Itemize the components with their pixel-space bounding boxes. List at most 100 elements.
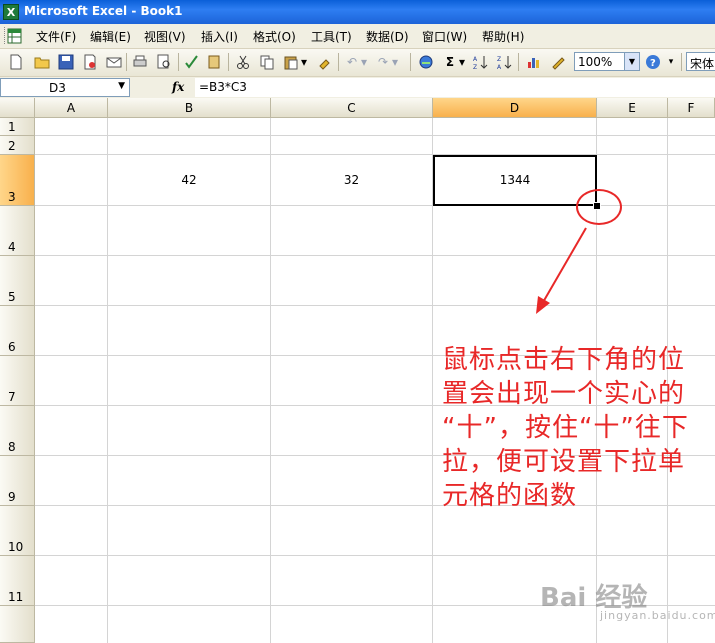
annotation-line: 元格的函数 — [442, 481, 578, 511]
window-title: Microsoft Excel - Book1 — [24, 4, 183, 18]
column-header-c[interactable]: C — [271, 98, 433, 118]
active-cell-border — [433, 155, 597, 206]
menu-tools[interactable]: 工具(T) — [311, 28, 352, 45]
row-header-1[interactable]: 1 — [0, 118, 35, 136]
redo-dropdown-icon[interactable]: ▾ — [391, 54, 399, 70]
annotation-line: “十”，按住“十”往下 — [442, 413, 689, 443]
print-icon[interactable] — [132, 54, 148, 70]
column-header-d[interactable]: D — [433, 98, 597, 118]
insert-function-icon[interactable]: fx — [172, 80, 184, 94]
row-header-2[interactable]: 2 — [0, 136, 35, 155]
annotation-line: 鼠标点击右下角的位 — [442, 345, 686, 375]
svg-text:Z: Z — [497, 56, 501, 63]
permission-icon[interactable] — [82, 54, 98, 70]
menu-view[interactable]: 视图(V) — [144, 28, 186, 45]
annotation-line: 置会出现一个实心的 — [442, 379, 686, 409]
menu-file[interactable]: 文件(F) — [36, 28, 76, 45]
cell-c3[interactable]: 32 — [271, 155, 432, 205]
name-box-value: D3 — [49, 81, 66, 95]
copy-icon[interactable] — [259, 54, 275, 70]
chevron-down-icon[interactable]: ▼ — [624, 53, 639, 70]
excel-app-icon: X — [3, 4, 19, 20]
new-document-icon[interactable] — [8, 54, 24, 70]
select-all-corner[interactable] — [0, 98, 35, 118]
email-icon[interactable] — [106, 54, 122, 70]
format-painter-icon[interactable] — [316, 54, 332, 70]
menu-insert[interactable]: 插入(I) — [201, 28, 238, 45]
chevron-down-icon[interactable]: ▼ — [118, 81, 125, 91]
workbook-icon[interactable] — [6, 27, 24, 45]
sort-ascending-icon[interactable]: AZ — [472, 54, 488, 71]
toolbar-separator — [126, 53, 127, 71]
autosum-icon[interactable]: Σ — [442, 54, 458, 70]
hyperlink-icon[interactable] — [418, 54, 434, 70]
title-bar: X Microsoft Excel - Book1 — [0, 0, 715, 24]
toolbar-separator — [681, 53, 682, 71]
menu-bar: 文件(F) 编辑(E) 视图(V) 插入(I) 格式(O) 工具(T) 数据(D… — [0, 24, 715, 49]
zoom-select[interactable]: 100% ▼ — [574, 52, 640, 71]
row-header-4[interactable]: 4 — [0, 206, 35, 256]
column-header-e[interactable]: E — [597, 98, 668, 118]
open-folder-icon[interactable] — [34, 54, 50, 70]
row-header-9[interactable]: 9 — [0, 456, 35, 506]
standard-toolbar: ▾ ↶ ▾ ↷ ▾ Σ ▾ AZ ZA 100% ▼ ? ▾ 宋体 — [0, 49, 715, 77]
row-header-6[interactable]: 6 — [0, 306, 35, 356]
cell-b3[interactable]: 42 — [108, 155, 270, 205]
annotation-text: 鼠标点击右下角的位 置会出现一个实心的 “十”，按住“十”往下 拉，便可设置下拉… — [442, 343, 712, 513]
annotation-circle — [576, 189, 622, 225]
formula-input[interactable]: =B3*C3 — [195, 78, 715, 97]
save-icon[interactable] — [58, 54, 74, 70]
grid-line — [35, 255, 715, 256]
row-header-3[interactable]: 3 — [0, 155, 35, 206]
spelling-icon[interactable] — [184, 54, 200, 70]
row-header-10[interactable]: 10 — [0, 506, 35, 556]
print-preview-icon[interactable] — [156, 54, 172, 70]
menu-window[interactable]: 窗口(W) — [422, 28, 467, 45]
row-header-11[interactable]: 11 — [0, 556, 35, 606]
undo-icon[interactable]: ↶ — [344, 54, 360, 70]
paste-icon[interactable] — [283, 54, 299, 70]
column-header-a[interactable]: A — [35, 98, 108, 118]
redo-icon[interactable]: ↷ — [375, 54, 391, 70]
row-header-8[interactable]: 8 — [0, 406, 35, 456]
drawing-icon[interactable] — [550, 54, 566, 70]
row-header-7[interactable]: 7 — [0, 356, 35, 406]
formula-text: =B3*C3 — [199, 80, 247, 94]
toolbar-options-icon[interactable]: ▾ — [666, 54, 676, 70]
svg-text:Z: Z — [473, 64, 477, 70]
chart-wizard-icon[interactable] — [526, 54, 542, 70]
font-name-select[interactable]: 宋体 — [686, 52, 715, 71]
menu-edit[interactable]: 编辑(E) — [90, 28, 131, 45]
menu-data[interactable]: 数据(D) — [366, 28, 409, 45]
research-icon[interactable] — [207, 54, 223, 70]
name-box[interactable]: D3 ▼ — [0, 78, 130, 97]
annotation-line: 拉，便可设置下拉单 — [442, 447, 686, 477]
undo-dropdown-icon[interactable]: ▾ — [360, 54, 368, 70]
baidu-watermark: Bai 经验 jingyan.baidu.com — [540, 577, 715, 627]
menu-format[interactable]: 格式(O) — [253, 28, 296, 45]
toolbar-separator — [228, 53, 229, 71]
column-header-f[interactable]: F — [668, 98, 715, 118]
help-icon[interactable]: ? — [645, 54, 661, 70]
grid-line — [35, 555, 715, 556]
svg-text:A: A — [473, 56, 478, 63]
paste-dropdown-icon[interactable]: ▾ — [300, 54, 308, 70]
row-header-5[interactable]: 5 — [0, 256, 35, 306]
toolbar-separator — [338, 53, 339, 71]
grid-line — [35, 305, 715, 306]
zoom-value: 100% — [578, 55, 613, 69]
column-header-b[interactable]: B — [108, 98, 271, 118]
formula-bar: D3 ▼ fx =B3*C3 — [0, 77, 715, 99]
toolbar-separator — [518, 53, 519, 71]
toolbar-separator — [410, 53, 411, 71]
sort-descending-icon[interactable]: ZA — [496, 54, 512, 71]
font-name-value: 宋体 — [690, 57, 715, 71]
menu-help[interactable]: 帮助(H) — [482, 28, 524, 45]
grid-line — [35, 135, 715, 136]
toolbar-separator — [178, 53, 179, 71]
cut-icon[interactable] — [235, 54, 251, 70]
svg-text:A: A — [497, 64, 502, 70]
row-header-12[interactable] — [0, 606, 35, 643]
watermark-url: jingyan.baidu.com — [600, 609, 715, 622]
autosum-dropdown-icon[interactable]: ▾ — [458, 54, 466, 70]
